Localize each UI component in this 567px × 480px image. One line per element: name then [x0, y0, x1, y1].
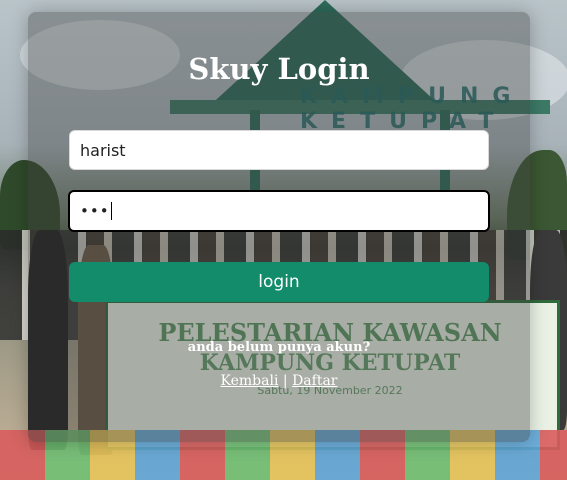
register-link[interactable]: Daftar	[292, 373, 337, 389]
back-link[interactable]: Kembali	[221, 373, 279, 389]
username-input[interactable]: harist	[69, 130, 489, 170]
text-caret	[110, 202, 112, 220]
password-input[interactable]: •••	[68, 190, 490, 232]
register-prompt: anda belum punya akun?	[187, 340, 371, 355]
login-panel: Skuy Login harist ••• login anda belum p…	[28, 12, 530, 442]
page-title: Skuy Login	[188, 52, 370, 86]
auth-links: Kembali | Daftar	[28, 373, 530, 389]
login-button[interactable]: login	[69, 262, 489, 302]
link-separator: |	[282, 373, 288, 389]
username-value: harist	[80, 140, 126, 160]
password-mask: •••	[80, 202, 110, 220]
